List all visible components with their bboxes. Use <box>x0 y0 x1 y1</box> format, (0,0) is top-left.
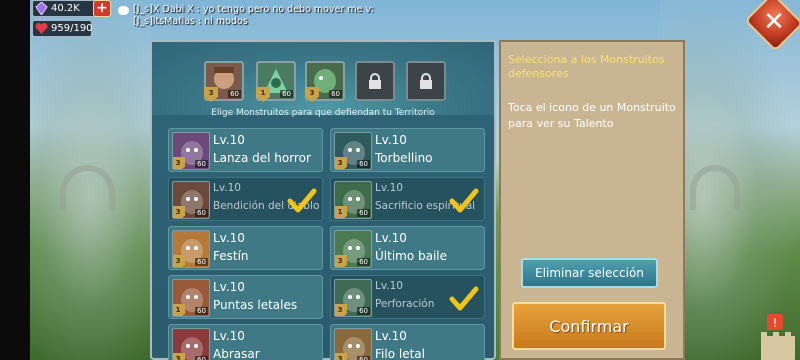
stamina-value: 959/190 <box>51 23 93 34</box>
monster-level: 60 <box>195 209 208 217</box>
selected-slots-area: 3 60 1 60 3 60 Elige Monstruitos para qu… <box>152 42 494 118</box>
monster-portrait[interactable]: 3 60 <box>334 328 372 360</box>
monster-card[interactable]: 3 60 Lv.10 Lanza del horror <box>168 128 323 172</box>
gem-icon <box>35 2 48 15</box>
lock-icon <box>369 73 381 89</box>
monster-portrait[interactable]: 3 60 <box>172 328 210 360</box>
defender-slot-2[interactable]: 1 60 <box>256 61 296 102</box>
monster-level: 60 <box>357 307 370 315</box>
defender-selection-panel: 3 60 1 60 3 60 Elige Monstruitos para qu… <box>150 40 496 360</box>
checkmark-icon <box>449 188 479 213</box>
monster-portrait[interactable]: 3 60 <box>172 181 210 219</box>
monster-card[interactable]: 3 60 Lv.10 Filo letal <box>330 324 485 360</box>
monster-portrait[interactable]: 3 60 <box>172 230 210 268</box>
info-title: Selecciona a los Monstruitos defensores <box>508 53 665 80</box>
confirm-button[interactable]: Confirmar <box>512 302 666 350</box>
monster-portrait[interactable]: 3 60 <box>334 132 372 170</box>
skill-name: Torbellino <box>375 151 433 165</box>
skill-name: Filo letal <box>375 347 425 360</box>
gems-value: 40.2K <box>51 3 80 14</box>
monster-card[interactable]: 3 60 Lv.10 Perforación <box>330 275 485 319</box>
locked-slot-1[interactable] <box>355 61 395 101</box>
skill-name: Perforación <box>375 298 435 310</box>
info-body: Toca el icono de un Monstruito para ver … <box>508 101 676 130</box>
monster-level: 60 <box>228 90 241 98</box>
skill-level: Lv.10 <box>213 182 241 194</box>
skill-name: Último baile <box>375 249 448 263</box>
chat-line: [J_s]X Dabi X : yo tengo pero no debo mo… <box>133 4 374 15</box>
chat-icon <box>118 5 129 15</box>
skill-name: Puntas letales <box>213 298 298 312</box>
monster-level: 60 <box>280 90 293 98</box>
defender-slot-3[interactable]: 3 60 <box>305 61 345 102</box>
chat-feed[interactable]: [J_s]X Dabi X : yo tengo pero no debo mo… <box>118 4 374 28</box>
svg-text:!: ! <box>773 316 778 330</box>
monster-level: 60 <box>195 307 208 315</box>
checkmark-icon <box>449 286 479 311</box>
skill-level: Lv.10 <box>213 231 245 245</box>
monster-level: 60 <box>357 258 370 266</box>
star-shield: 3 <box>173 353 185 360</box>
castle-icon[interactable]: ! <box>757 306 799 360</box>
star-shield: 3 <box>173 157 185 169</box>
monster-portrait[interactable]: 1 60 <box>172 279 210 317</box>
monster-card[interactable]: 1 60 Lv.10 Puntas letales <box>168 275 323 319</box>
star-shield: 3 <box>335 157 347 169</box>
star-shield: 3 <box>173 206 185 218</box>
skill-level: Lv.10 <box>375 182 403 194</box>
monster-level: 60 <box>357 209 370 217</box>
monster-card[interactable]: 1 60 Lv.10 Sacrificio espiritual <box>330 177 485 221</box>
monster-card[interactable]: 3 60 Lv.10 Festín <box>168 226 323 270</box>
monster-level: 60 <box>195 258 208 266</box>
star-shield: 1 <box>335 206 347 218</box>
skill-level: Lv.10 <box>213 329 245 343</box>
close-icon: ✕ <box>763 6 785 37</box>
star-shield: 3 <box>305 87 319 102</box>
star-shield: 3 <box>173 255 185 267</box>
add-gems-button[interactable]: + <box>93 0 111 17</box>
monster-level: 60 <box>357 160 370 168</box>
star-shield: 3 <box>335 353 347 360</box>
chat-line: [J_s]itsMafias : ni modos <box>133 16 248 27</box>
skill-level: Lv.10 <box>375 280 403 292</box>
clear-selection-button[interactable]: Eliminar selección <box>521 258 658 288</box>
skill-name: Abrasar <box>213 347 260 360</box>
screen-edge <box>0 0 30 360</box>
locked-slot-2[interactable] <box>406 61 446 101</box>
star-shield: 3 <box>335 304 347 316</box>
star-shield: 1 <box>256 87 270 102</box>
skill-level: Lv.10 <box>213 133 245 147</box>
checkmark-icon <box>287 188 317 213</box>
skill-level: Lv.10 <box>213 280 245 294</box>
star-shield: 1 <box>173 304 185 316</box>
monster-card[interactable]: 3 60 Lv.10 Torbellino <box>330 128 485 172</box>
skill-level: Lv.10 <box>375 329 407 343</box>
monster-card[interactable]: 3 60 Lv.10 Último baile <box>330 226 485 270</box>
heart-icon <box>35 22 48 34</box>
monster-level: 60 <box>357 356 370 360</box>
stamina-counter: 959/190 <box>32 20 93 37</box>
defender-slot-1[interactable]: 3 60 <box>204 61 244 102</box>
star-shield: 3 <box>335 255 347 267</box>
monster-portrait[interactable]: 3 60 <box>334 279 372 317</box>
monster-level: 60 <box>195 356 208 360</box>
background-arch <box>690 165 740 210</box>
monster-card[interactable]: 3 60 Lv.10 Bendición del diablo <box>168 177 323 221</box>
skill-name: Lanza del horror <box>213 151 311 165</box>
monster-portrait[interactable]: 1 60 <box>334 181 372 219</box>
lock-icon <box>420 73 432 89</box>
skill-name: Festín <box>213 249 249 263</box>
monster-portrait[interactable]: 3 60 <box>172 132 210 170</box>
monster-portrait[interactable]: 3 60 <box>334 230 372 268</box>
monster-level: 60 <box>329 90 342 98</box>
monster-card[interactable]: 3 60 Lv.10 Abrasar <box>168 324 323 360</box>
monster-level: 60 <box>195 160 208 168</box>
skill-level: Lv.10 <box>375 133 407 147</box>
panel-instruction: Elige Monstruitos para que defiendan tu … <box>211 108 435 118</box>
skill-level: Lv.10 <box>375 231 407 245</box>
star-shield: 3 <box>204 87 218 102</box>
